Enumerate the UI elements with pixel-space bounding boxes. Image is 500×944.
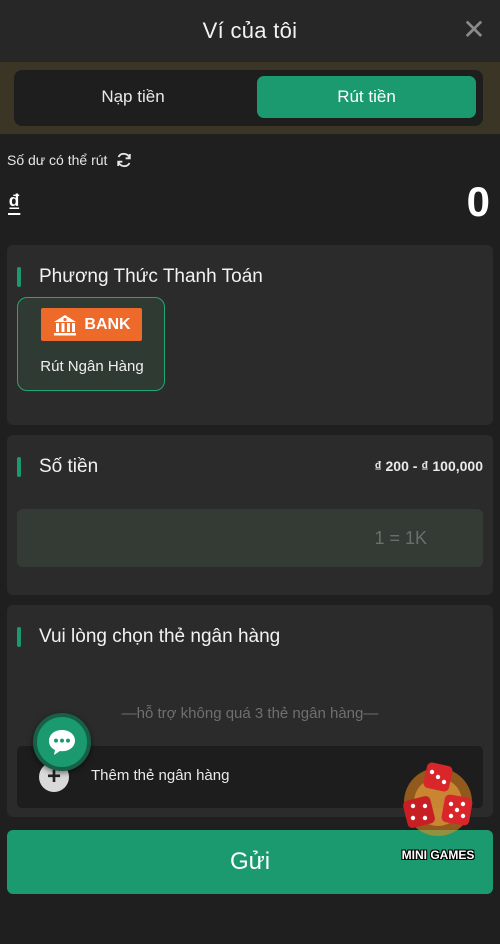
bank-logo: BANK: [41, 308, 142, 341]
section-accent-bar: [17, 457, 21, 477]
bank-withdraw-option[interactable]: BANK Rút Ngân Hàng: [17, 297, 165, 391]
amount-input[interactable]: 1 = 1K: [17, 509, 483, 567]
balance-label: Số dư có thể rút: [7, 152, 108, 168]
close-icon[interactable]: ✕: [462, 16, 486, 44]
add-bank-card-label: Thêm thẻ ngân hàng: [91, 767, 230, 784]
bank-building-icon: [54, 314, 77, 335]
header: Ví của tôi ✕: [0, 0, 500, 62]
payment-method-card: Phương Thức Thanh Toán BANK Rút Ngân Hàn…: [7, 245, 493, 425]
amount-range: ₫ 200 - ₫ 100,000: [374, 458, 483, 474]
bank-logo-text: BANK: [84, 315, 131, 333]
balance-amount: 0: [466, 178, 490, 225]
dice-icon: [403, 762, 473, 836]
amount-card: Số tiền ₫ 200 - ₫ 100,000 1 = 1K: [7, 435, 493, 595]
tab-deposit[interactable]: Nạp tiền: [20, 76, 246, 118]
payment-method-heading: Phương Thức Thanh Toán: [17, 266, 263, 288]
mini-games-button[interactable]: MINI GAMES: [397, 758, 479, 868]
tab-bar-container: Nạp tiền Rút tiền: [0, 62, 500, 134]
bank-card-title: Vui lòng chọn thẻ ngân hàng: [39, 626, 281, 647]
bank-card-heading: Vui lòng chọn thẻ ngân hàng: [17, 626, 280, 648]
section-accent-bar: [17, 627, 21, 647]
section-accent-bar: [17, 267, 21, 287]
chat-bubble-icon: [49, 730, 75, 755]
amount-title: Số tiền: [39, 456, 99, 477]
balance-label-row: Số dư có thể rút: [7, 150, 133, 170]
payment-method-title: Phương Thức Thanh Toán: [39, 266, 263, 287]
tab-withdraw[interactable]: Rút tiền: [257, 76, 476, 118]
page-title: Ví của tôi: [202, 18, 298, 43]
amount-heading: Số tiền: [17, 456, 98, 478]
currency-symbol: ₫: [8, 190, 21, 217]
chat-button[interactable]: [33, 713, 91, 771]
mini-games-label: MINI GAMES: [401, 848, 475, 862]
refresh-icon[interactable]: [115, 151, 133, 169]
bank-withdraw-label: Rút Ngân Hàng: [40, 358, 144, 375]
tab-bar: Nạp tiền Rút tiền: [14, 70, 483, 126]
